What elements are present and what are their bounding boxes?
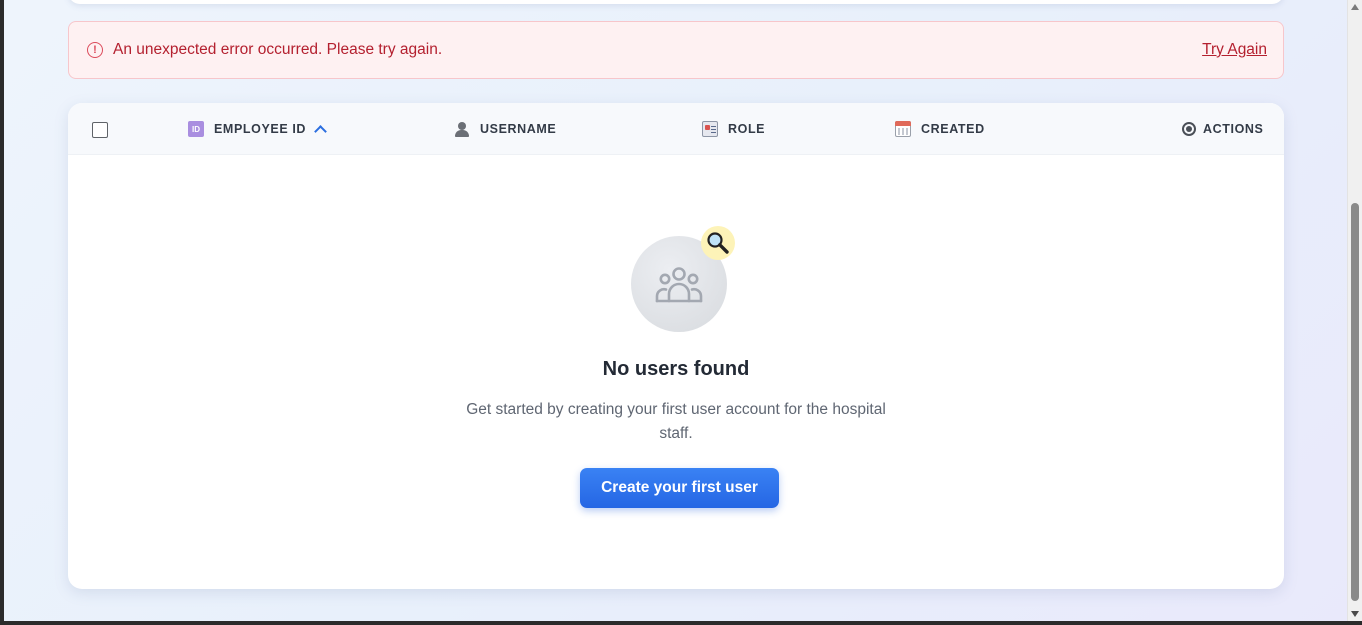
table-header: ID EMPLOYEE ID USERNAME ROLE CREATED ACT… <box>68 103 1284 155</box>
column-label: EMPLOYEE ID <box>214 122 307 136</box>
column-label: ACTIONS <box>1203 122 1264 136</box>
alert-circle-icon: ! <box>87 42 103 58</box>
try-again-link[interactable]: Try Again <box>1202 41 1267 59</box>
users-table: ID EMPLOYEE ID USERNAME ROLE CREATED ACT… <box>68 103 1284 589</box>
scrollbar-thumb[interactable] <box>1351 203 1359 601</box>
gear-icon <box>1182 122 1196 136</box>
error-banner: ! An unexpected error occurred. Please t… <box>68 21 1284 79</box>
create-first-user-button[interactable]: Create your first user <box>580 468 779 508</box>
people-group-icon <box>655 267 703 303</box>
empty-state-description: Get started by creating your first user … <box>466 401 886 442</box>
select-all-checkbox[interactable] <box>92 122 108 138</box>
column-label: USERNAME <box>480 122 557 136</box>
scroll-down-arrow-icon[interactable] <box>1351 611 1359 617</box>
magnifying-glass-icon <box>707 232 729 254</box>
column-header-employee-id[interactable]: ID EMPLOYEE ID <box>188 103 327 155</box>
column-label: ROLE <box>728 122 766 136</box>
sort-ascending-icon[interactable] <box>314 125 327 138</box>
vertical-scrollbar[interactable] <box>1347 0 1362 621</box>
role-badge-icon <box>702 121 718 137</box>
id-card-icon: ID <box>188 121 204 137</box>
empty-state-title: No users found <box>602 358 750 380</box>
calendar-icon <box>895 121 911 137</box>
magnifying-glass-badge <box>701 226 735 260</box>
error-message: An unexpected error occurred. Please try… <box>113 41 443 58</box>
column-label: CREATED <box>921 122 985 136</box>
app-viewport: ! An unexpected error occurred. Please t… <box>0 0 1362 625</box>
user-icon <box>454 121 470 137</box>
column-header-actions: ACTIONS <box>1182 103 1263 155</box>
column-header-username[interactable]: USERNAME <box>454 103 556 155</box>
previous-card-edge <box>68 0 1284 4</box>
column-header-created[interactable]: CREATED <box>895 103 985 155</box>
column-header-role[interactable]: ROLE <box>702 103 765 155</box>
scroll-up-arrow-icon[interactable] <box>1351 4 1359 10</box>
